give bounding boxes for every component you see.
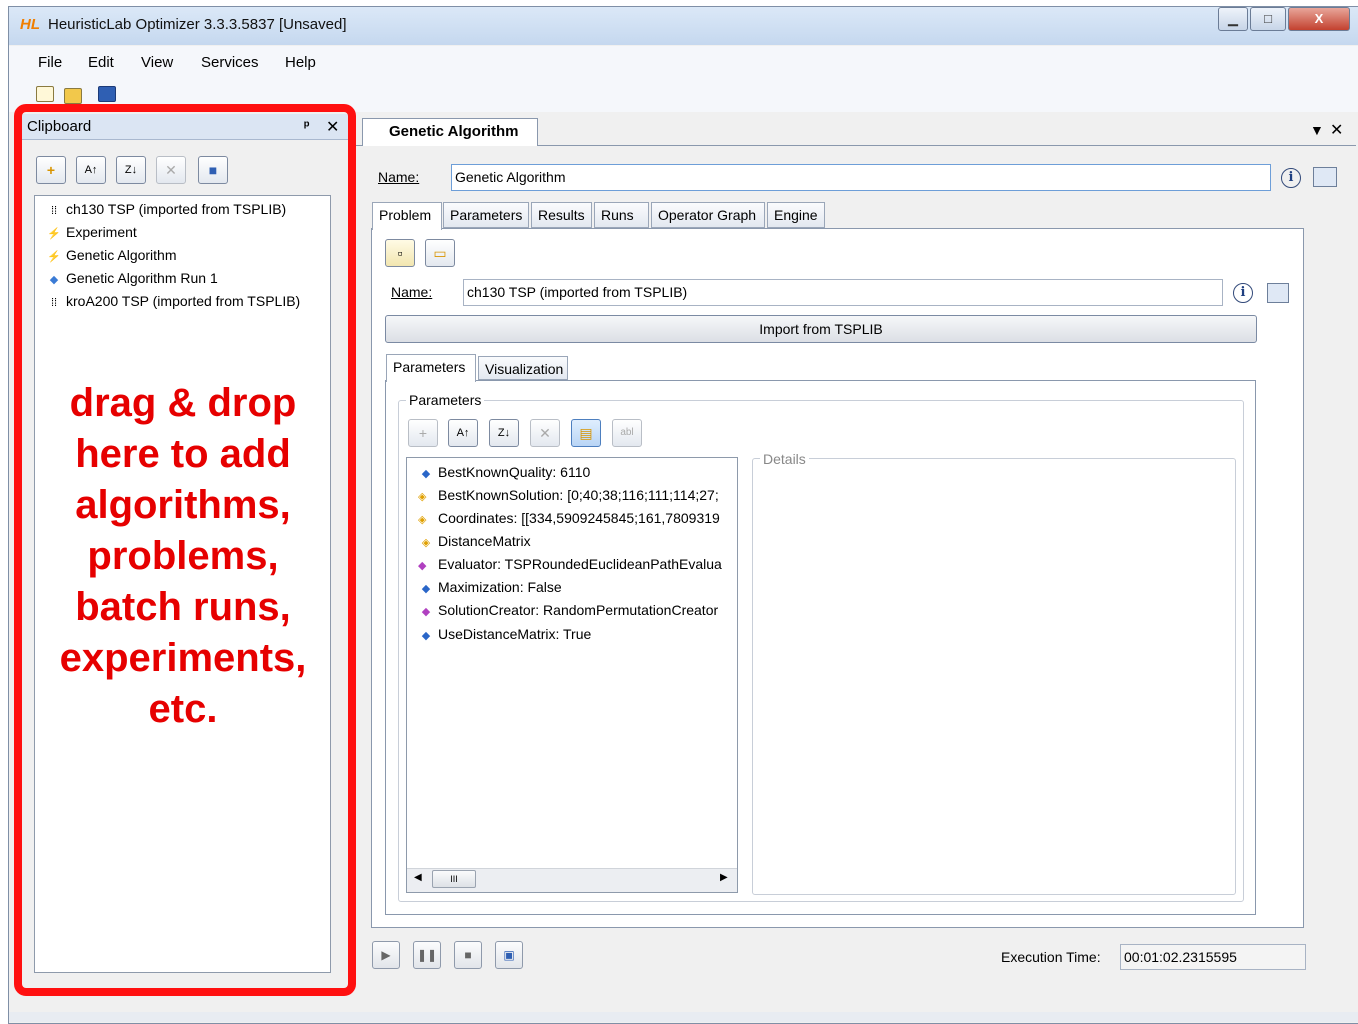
tab-genetic-algorithm[interactable]: Genetic Algorithm bbox=[362, 118, 538, 146]
details-group-title: Details bbox=[760, 451, 809, 467]
problem-name-input[interactable]: ch130 TSP (imported from TSPLIB) bbox=[463, 279, 1223, 306]
menu-file[interactable]: File bbox=[38, 54, 62, 71]
open-problem-icon[interactable]: ▭ bbox=[425, 239, 455, 267]
window-title-text: HeuristicLab Optimizer 3.3.3.5837 [Unsav… bbox=[48, 16, 347, 33]
menu-edit[interactable]: Edit bbox=[88, 54, 114, 71]
maximize-button[interactable]: □ bbox=[1250, 7, 1286, 31]
window-title: HL HeuristicLab Optimizer 3.3.3.5837 [Uns… bbox=[20, 16, 346, 33]
problem-view-host-icon[interactable] bbox=[1267, 283, 1289, 303]
name-label: Name: bbox=[378, 169, 420, 185]
list-item[interactable]: ◆ Evaluator: TSPRoundedEuclideanPathEvalu… bbox=[418, 556, 736, 572]
parameters-group-title: Parameters bbox=[406, 392, 485, 408]
rename-icon[interactable]: abl bbox=[612, 419, 642, 447]
scroll-left-icon[interactable]: ◀ bbox=[414, 872, 422, 883]
param-sort-descending-icon[interactable]: Z↓ bbox=[489, 419, 519, 447]
param-sort-ascending-icon[interactable]: A↑ bbox=[448, 419, 478, 447]
list-item[interactable]: ◆ Maximization: False bbox=[418, 579, 562, 595]
tab-engine[interactable]: Engine bbox=[767, 202, 825, 228]
list-item[interactable]: ◆ SolutionCreator: RandomPermutationCreat… bbox=[418, 602, 718, 618]
execution-time-field: 00:01:02.2315595 bbox=[1120, 944, 1306, 970]
new-problem-icon[interactable]: ▫ bbox=[385, 239, 415, 267]
start-icon[interactable]: ▶ bbox=[372, 941, 400, 969]
list-item[interactable]: ◆ BestKnownQuality: 6110 bbox=[418, 464, 591, 480]
list-item[interactable]: ◈ DistanceMatrix bbox=[418, 533, 531, 549]
stop-icon[interactable]: ■ bbox=[454, 941, 482, 969]
list-item[interactable]: ◈ Coordinates: [[334,5909245845;161,78093… bbox=[418, 510, 736, 526]
app-logo: HL bbox=[20, 16, 40, 33]
reset-icon[interactable]: ▣ bbox=[495, 941, 523, 969]
close-button[interactable]: X bbox=[1288, 7, 1350, 31]
menu-services[interactable]: Services bbox=[201, 54, 259, 71]
value-icon: ◆ bbox=[421, 468, 431, 480]
scroll-thumb[interactable]: III bbox=[432, 870, 476, 888]
scroll-right-icon[interactable]: ▶ bbox=[720, 872, 728, 883]
tab-operator-graph[interactable]: Operator Graph bbox=[651, 202, 765, 228]
lookup-icon: ◈ bbox=[421, 537, 431, 549]
operator-icon: ◆ bbox=[421, 606, 431, 618]
problem-name-label: Name: bbox=[391, 284, 433, 300]
problem-info-icon[interactable]: i bbox=[1233, 283, 1253, 303]
list-item[interactable]: ◈ BestKnownSolution: [0;40;38;116;111;114… bbox=[418, 487, 736, 503]
show-hidden-icon[interactable]: ▤ bbox=[571, 419, 601, 447]
lookup-icon: ◈ bbox=[418, 491, 427, 503]
value-icon: ◆ bbox=[421, 630, 431, 642]
highlight-frame bbox=[14, 104, 356, 996]
status-bar bbox=[9, 1012, 1358, 1022]
value-icon: ◆ bbox=[421, 583, 431, 595]
close-document-icon[interactable]: ✕ bbox=[1330, 120, 1343, 140]
save-icon[interactable] bbox=[98, 86, 116, 102]
pause-icon[interactable]: ❚❚ bbox=[413, 941, 441, 969]
details-group bbox=[752, 458, 1236, 895]
menu-help[interactable]: Help bbox=[285, 54, 316, 71]
open-folder-icon[interactable] bbox=[64, 88, 82, 104]
minimize-button[interactable]: ▁ bbox=[1218, 7, 1248, 31]
remove-parameter-icon[interactable]: ✕ bbox=[530, 419, 560, 447]
execution-time-label: Execution Time: bbox=[1001, 949, 1101, 965]
subtab-visualization[interactable]: Visualization bbox=[478, 356, 568, 380]
chevron-down-icon[interactable]: ▼ bbox=[1310, 122, 1324, 138]
tab-results[interactable]: Results bbox=[531, 202, 592, 228]
tab-parameters[interactable]: Parameters bbox=[443, 202, 529, 228]
new-file-icon[interactable] bbox=[36, 86, 54, 102]
menu-view[interactable]: View bbox=[141, 54, 173, 71]
algorithm-name-input[interactable]: Genetic Algorithm bbox=[451, 164, 1271, 191]
tab-runs[interactable]: Runs bbox=[594, 202, 649, 228]
subtab-parameters[interactable]: Parameters bbox=[386, 354, 476, 382]
view-host-icon[interactable] bbox=[1313, 167, 1337, 187]
lookup-icon: ◈ bbox=[418, 514, 427, 526]
operator-icon: ◆ bbox=[418, 560, 427, 572]
tab-problem[interactable]: Problem bbox=[372, 202, 442, 230]
import-tsplib-button[interactable]: Import from TSPLIB bbox=[385, 315, 1257, 343]
add-parameter-icon[interactable]: + bbox=[408, 419, 438, 447]
list-item[interactable]: ◆ UseDistanceMatrix: True bbox=[418, 626, 592, 642]
info-icon[interactable]: i bbox=[1281, 168, 1301, 188]
